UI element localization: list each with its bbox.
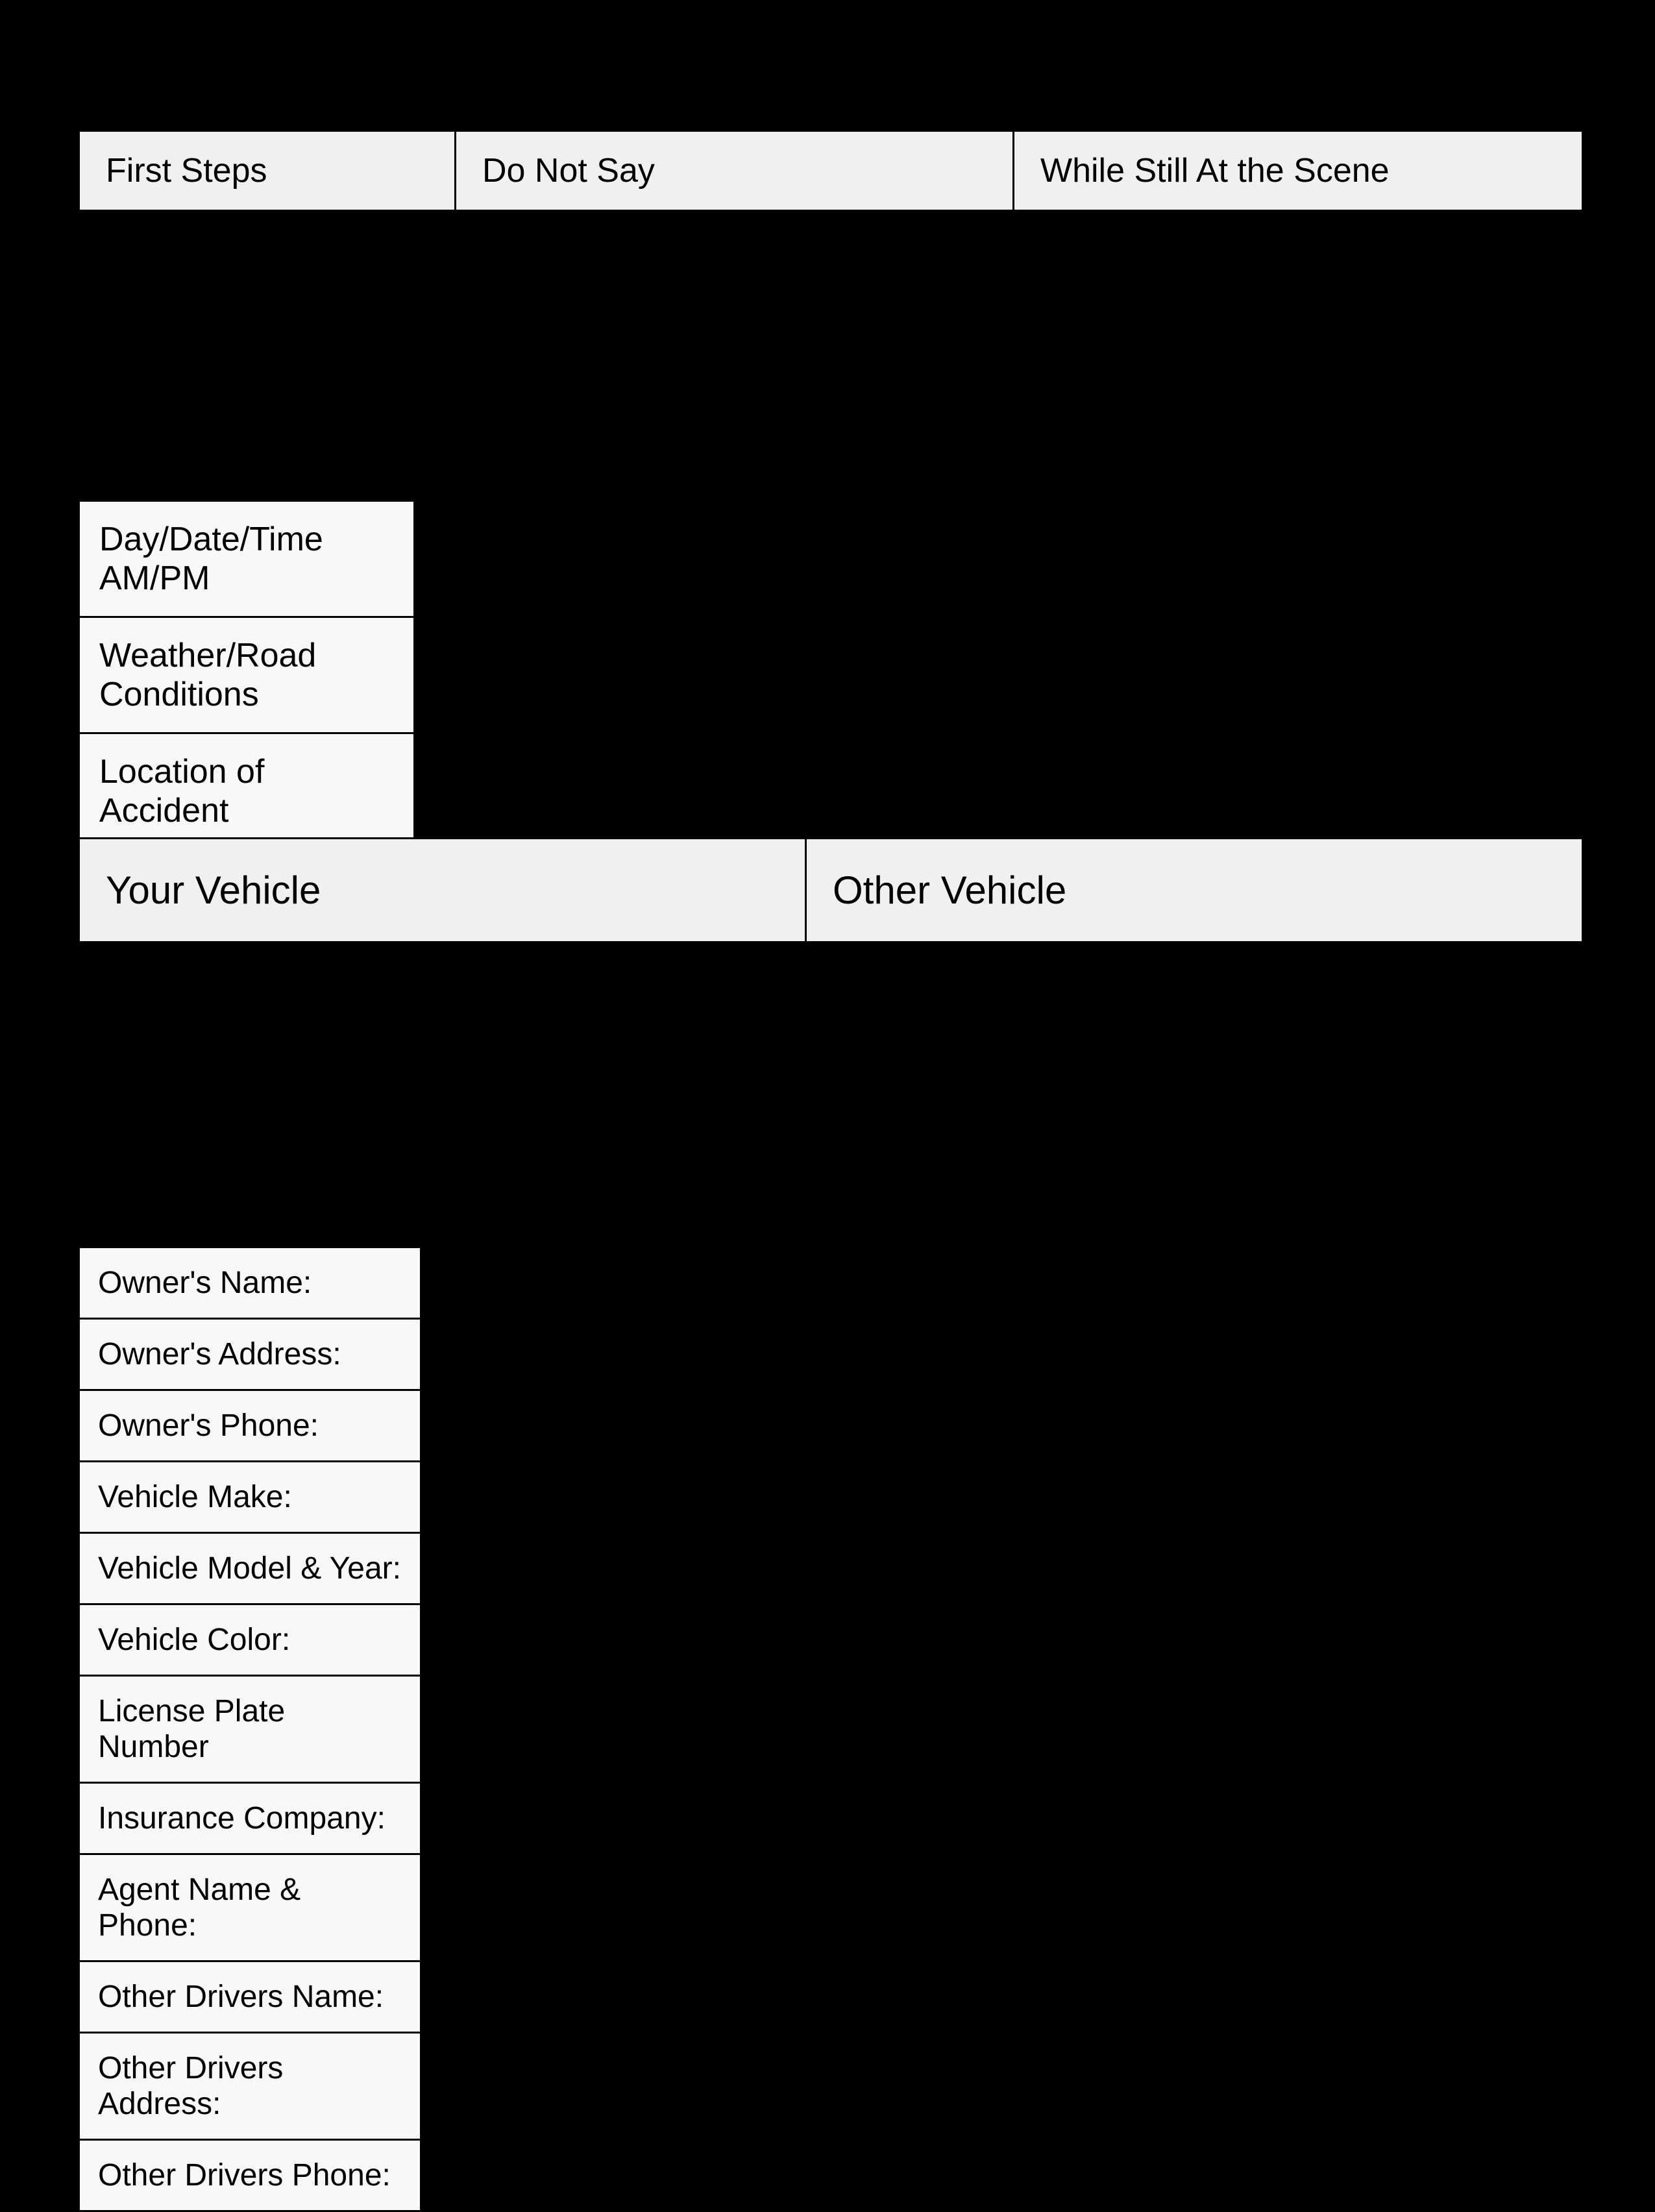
insurance-company-label: Insurance Company:: [98, 1801, 386, 1836]
day-date-time-row: Day/Date/Time AM/PM: [80, 502, 413, 618]
day-date-time-label: Day/Date/Time AM/PM: [99, 521, 323, 597]
your-vehicle-tab: Your Vehicle: [80, 839, 807, 941]
license-plate-row: License Plate Number: [80, 1677, 420, 1784]
agent-name-phone-label: Agent Name & Phone:: [98, 1873, 300, 1943]
license-plate-label: License Plate Number: [98, 1694, 285, 1764]
page-container: First Steps Do Not Say While Still At th…: [0, 0, 1655, 2142]
vehicle-model-year-row: Vehicle Model & Year:: [80, 1534, 420, 1605]
owner-name-label: Owner's Name:: [98, 1266, 312, 1300]
location-accident-label: Location of Accident: [99, 753, 264, 830]
vehicle-make-label: Vehicle Make:: [98, 1480, 292, 1514]
other-drivers-phone-label: Other Drivers Phone:: [98, 2158, 391, 2193]
other-drivers-phone-row: Other Drivers Phone:: [80, 2141, 420, 2210]
vehicles-header: Your Vehicle Other Vehicle: [78, 837, 1584, 943]
other-drivers-name-label: Other Drivers Name:: [98, 1980, 384, 2014]
tab-first-steps-label: First Steps: [106, 152, 267, 190]
vehicle-color-row: Vehicle Color:: [80, 1605, 420, 1677]
your-vehicle-label: Your Vehicle: [106, 868, 321, 912]
owner-phone-label: Owner's Phone:: [98, 1408, 319, 1443]
insurance-company-row: Insurance Company:: [80, 1784, 420, 1855]
tab-while-at-scene[interactable]: While Still At the Scene: [1014, 132, 1582, 210]
vehicle-model-year-label: Vehicle Model & Year:: [98, 1551, 401, 1586]
location-accident-row: Location of Accident: [80, 734, 413, 850]
other-vehicle-label: Other Vehicle: [833, 868, 1066, 912]
tab-do-not-say[interactable]: Do Not Say: [456, 132, 1014, 210]
vehicle-fields-box: Owner's Name: Owner's Address: Owner's P…: [78, 1246, 422, 2212]
weather-road-label: Weather/Road Conditions: [99, 637, 316, 713]
agent-name-phone-row: Agent Name & Phone:: [80, 1855, 420, 1962]
other-drivers-address-row: Other Drivers Address:: [80, 2034, 420, 2141]
owner-address-row: Owner's Address:: [80, 1320, 420, 1391]
owner-phone-row: Owner's Phone:: [80, 1391, 420, 1462]
vehicle-color-label: Vehicle Color:: [98, 1623, 290, 1657]
tab-do-not-say-label: Do Not Say: [482, 152, 655, 190]
other-drivers-address-label: Other Drivers Address:: [98, 2051, 283, 2121]
tabs-container: First Steps Do Not Say While Still At th…: [78, 130, 1584, 212]
owner-address-label: Owner's Address:: [98, 1337, 341, 1371]
other-vehicle-tab: Other Vehicle: [807, 839, 1582, 941]
other-drivers-name-row: Other Drivers Name:: [80, 1962, 420, 2034]
tab-first-steps[interactable]: First Steps: [80, 132, 456, 210]
vehicle-make-row: Vehicle Make:: [80, 1462, 420, 1534]
tab-while-at-scene-label: While Still At the Scene: [1040, 152, 1390, 190]
owner-name-row: Owner's Name:: [80, 1248, 420, 1320]
weather-road-row: Weather/Road Conditions: [80, 618, 413, 734]
